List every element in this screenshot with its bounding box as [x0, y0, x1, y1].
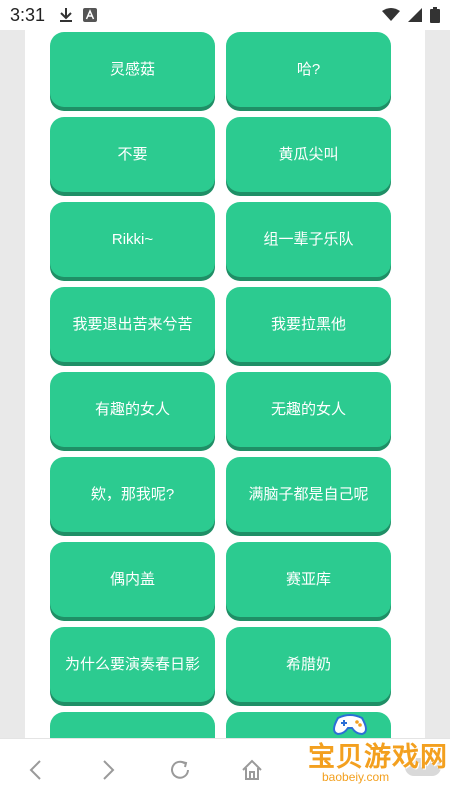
sound-button[interactable]: Rikki~	[50, 202, 215, 277]
sound-button[interactable]: 我要退出苦来兮苦	[50, 287, 215, 362]
sound-button[interactable]	[50, 712, 215, 738]
forward-button[interactable]	[72, 739, 144, 800]
a-icon	[83, 8, 98, 22]
back-icon	[29, 759, 41, 780]
sound-button[interactable]: 有趣的女人	[50, 372, 215, 447]
wifi-icon	[382, 8, 400, 21]
page-content[interactable]: 灵感菇 哈? 不要 黄瓜尖叫 Rikki~ 组一辈子乐队 我要退出苦来兮苦 我要…	[0, 30, 450, 738]
status-left-icons	[59, 7, 98, 23]
sound-button[interactable]: 偶内盖	[50, 542, 215, 617]
back-button[interactable]	[0, 739, 72, 800]
status-bar: 3:31	[0, 0, 450, 30]
home-button[interactable]	[216, 739, 288, 800]
sound-button[interactable]	[226, 712, 391, 738]
sound-button-grid: 灵感菇 哈? 不要 黄瓜尖叫 Rikki~ 组一辈子乐队 我要退出苦来兮苦 我要…	[50, 32, 391, 738]
forward-icon	[103, 759, 115, 780]
status-time: 3:31	[10, 4, 46, 25]
sound-button[interactable]: 我要拉黑他	[226, 287, 391, 362]
sound-button[interactable]: 满脑子都是自己呢	[226, 457, 391, 532]
download-icon	[60, 8, 73, 22]
sound-button[interactable]: 不要	[50, 117, 215, 192]
sound-button[interactable]: 为什么要演奏春日影	[50, 627, 215, 702]
sound-button[interactable]: 黄瓜尖叫	[226, 117, 391, 192]
refresh-button[interactable]	[144, 739, 216, 800]
signal-icon	[408, 8, 422, 22]
sound-button[interactable]: 无趣的女人	[226, 372, 391, 447]
status-right-icons	[382, 7, 440, 23]
sound-button[interactable]: 欸，那我呢?	[50, 457, 215, 532]
sound-button[interactable]: 哈?	[226, 32, 391, 107]
sound-button[interactable]: 灵感菇	[50, 32, 215, 107]
toggle-switch[interactable]	[405, 758, 441, 776]
sound-button[interactable]: 希腊奶	[226, 627, 391, 702]
sound-button[interactable]: 组一辈子乐队	[226, 202, 391, 277]
sound-button[interactable]: 赛亚库	[226, 542, 391, 617]
refresh-icon	[171, 760, 189, 779]
browser-nav-bar	[0, 738, 450, 800]
battery-icon	[430, 7, 440, 23]
home-icon	[242, 759, 262, 780]
